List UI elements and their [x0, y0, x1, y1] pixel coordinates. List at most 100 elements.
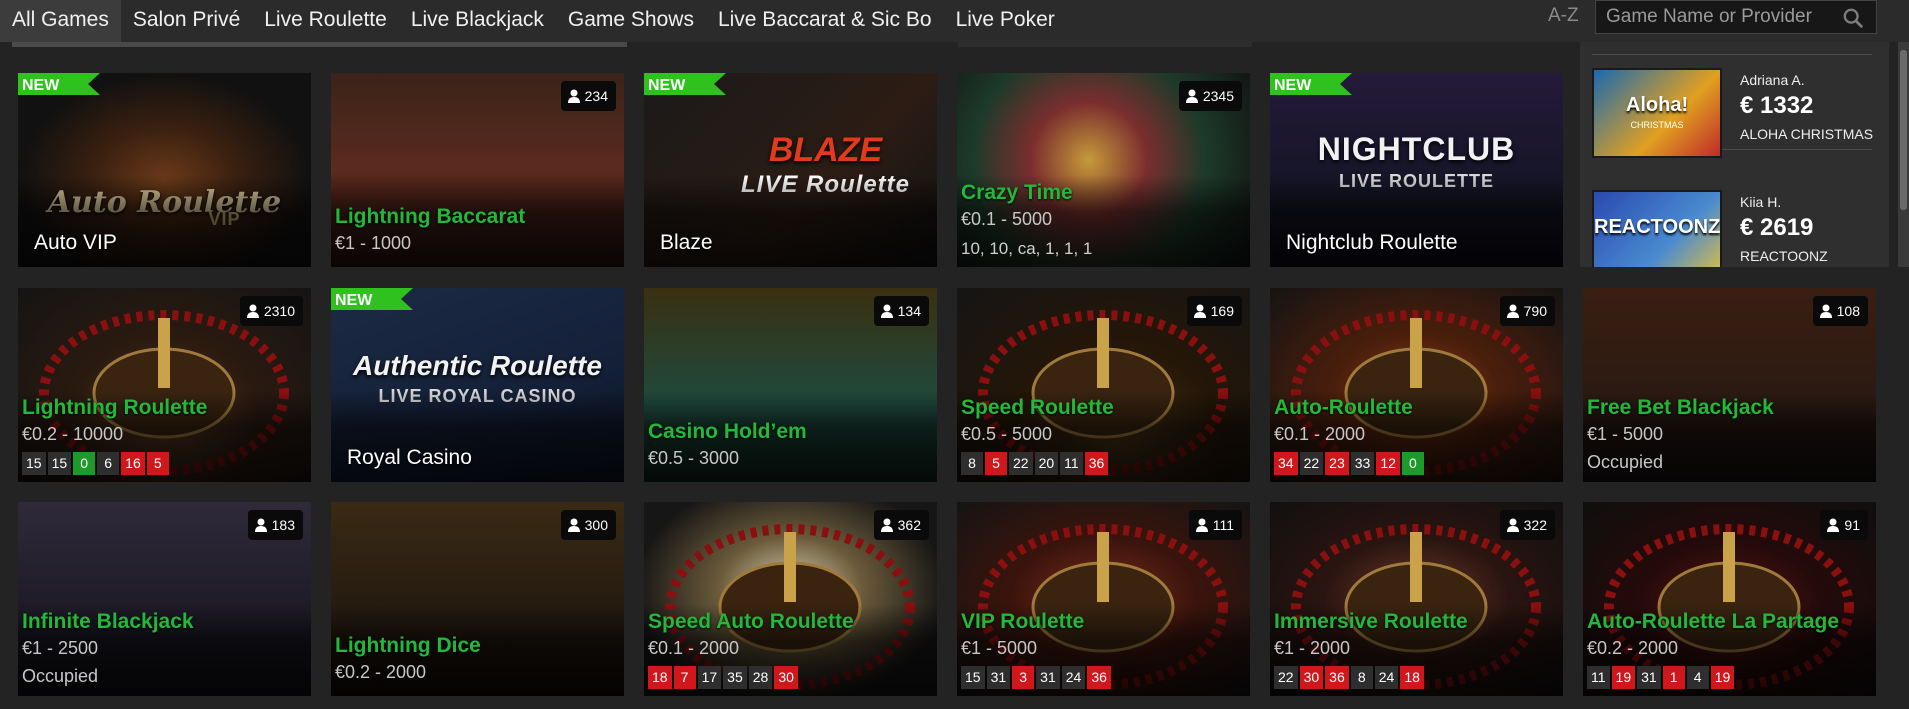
- winner-name: Adriana A.: [1740, 72, 1805, 88]
- player-count-badge: 362: [873, 510, 929, 540]
- result-number: 16: [121, 452, 145, 475]
- user-icon: [1819, 304, 1832, 318]
- new-ribbon: NEW: [331, 288, 413, 310]
- winner-game-thumbnail[interactable]: Aloha! CHRISTMAS: [1592, 68, 1722, 158]
- game-tile-speed-auto-roulette[interactable]: Speed Auto Roulette €0.1 - 2000 18 7 17 35 28 3…: [644, 502, 937, 696]
- bet-limit: €1 - 2500: [22, 638, 99, 658]
- game-tile-immersive-roulette[interactable]: Immersive Roulette €1 - 2000 22 30 36 8 24 18 32…: [1270, 502, 1563, 696]
- bet-limit: €0.1 - 2000: [648, 638, 740, 658]
- scroll-shadow: [12, 42, 627, 47]
- tab-live-roulette[interactable]: Live Roulette: [252, 0, 399, 42]
- bet-limit: €1 - 1000: [335, 233, 412, 253]
- bet-limit: €1 - 2000: [1274, 638, 1351, 658]
- result-number: 36: [1084, 452, 1109, 475]
- player-count-badge: 134: [873, 296, 929, 326]
- game-tile-lightning-dice[interactable]: Lightning Dice €0.2 - 2000 300: [331, 502, 624, 696]
- tab-all-games[interactable]: All Games: [0, 0, 121, 42]
- new-label: NEW: [1274, 77, 1312, 94]
- user-icon: [1193, 304, 1206, 318]
- result-number: 18: [648, 666, 672, 689]
- tab-salon-priv-[interactable]: Salon Privé: [121, 0, 252, 42]
- result-number: 5: [146, 452, 169, 475]
- panel-scrollbar[interactable]: [1898, 42, 1909, 267]
- game-tile-lightning-roulette[interactable]: Lightning Roulette €0.2 - 10000 15 15 0 6 16 5 2…: [18, 288, 311, 482]
- player-count: 362: [897, 517, 921, 533]
- user-icon: [1195, 518, 1208, 532]
- game-tile-auto-vip[interactable]: Auto RouletteVIPAuto VIPNEW: [18, 73, 311, 267]
- game-tile-casino-hold-em[interactable]: Casino Hold’em €0.5 - 3000 134: [644, 288, 937, 482]
- winner-game-name: REACTOONZ: [1740, 248, 1828, 264]
- game-tile-nightclub-roulette[interactable]: NIGHTCLUBLIVE ROULETTENightclub Roulette…: [1270, 73, 1563, 267]
- result-number: 35: [723, 666, 747, 689]
- result-number: 17: [697, 666, 722, 689]
- result-number: 15: [47, 452, 72, 475]
- user-icon: [567, 89, 580, 103]
- result-number: 15: [22, 452, 46, 475]
- player-count: 183: [271, 517, 295, 533]
- player-count: 790: [1523, 303, 1547, 319]
- top-navigation: All Games Salon Privé Live Roulette Live Bl…: [0, 0, 1909, 42]
- player-count-badge: 790: [1499, 296, 1555, 326]
- game-tile-free-bet-blackjack[interactable]: Free Bet Blackjack €1 - 5000 Occupied 108: [1583, 288, 1876, 482]
- game-title: Auto VIP: [34, 231, 117, 254]
- result-number: 8: [961, 452, 983, 475]
- result-number: 28: [748, 666, 773, 689]
- result-number: 31: [1036, 666, 1060, 689]
- result-number: 31: [1637, 666, 1661, 689]
- result-number: 20: [1034, 452, 1059, 475]
- scrollbar-thumb[interactable]: [1900, 50, 1907, 210]
- sort-az-button[interactable]: A-Z: [1548, 0, 1579, 32]
- user-icon: [1506, 304, 1519, 318]
- result-number: 11: [1060, 452, 1083, 475]
- scroll-shadow: [958, 42, 1252, 47]
- game-tile-lightning-baccarat[interactable]: Lightning Baccarat €1 - 1000 234: [331, 73, 624, 267]
- search-input[interactable]: [1606, 1, 1836, 33]
- tab-live-poker[interactable]: Live Poker: [944, 0, 1067, 42]
- result-number: 22: [1299, 452, 1324, 475]
- bet-limit: €0.1 - 2000: [1274, 424, 1366, 444]
- casino-lobby: All Games Salon Privé Live Roulette Live Bl…: [0, 0, 1909, 709]
- game-logo-text: Authentic Roulette: [353, 350, 602, 381]
- game-title: Infinite Blackjack: [22, 610, 194, 633]
- tab-live-baccarat-sic-bo[interactable]: Live Baccarat & Sic Bo: [706, 0, 944, 42]
- game-title: Lightning Roulette: [22, 396, 208, 419]
- bet-limit: €1 - 5000: [961, 638, 1038, 658]
- player-count: 2310: [263, 303, 295, 319]
- tab-game-shows[interactable]: Game Shows: [556, 0, 706, 42]
- game-title: VIP Roulette: [961, 610, 1085, 633]
- game-tile-vip-roulette[interactable]: VIP Roulette €1 - 5000 15 31 3 31 24 36 111: [957, 502, 1250, 696]
- game-title: Speed Roulette: [961, 396, 1114, 419]
- game-tile-auto-roulette[interactable]: Auto-Roulette €0.1 - 2000 34 22 23 33 12 0 790: [1270, 288, 1563, 482]
- game-tile-crazy-time[interactable]: Crazy Time €0.1 - 5000 10, 10, ca, 1, 1, 1…: [957, 73, 1250, 267]
- search-icon[interactable]: [1842, 7, 1864, 29]
- result-number: 7: [673, 666, 696, 689]
- winner-entry[interactable]: REACTOONZ Kiia H. € 2619 REACTOONZ: [1592, 190, 1882, 267]
- bet-limit: €0.2 - 2000: [335, 662, 427, 682]
- game-title: Crazy Time: [961, 181, 1073, 204]
- winner-game-thumbnail[interactable]: REACTOONZ: [1592, 190, 1722, 267]
- bet-limit: €0.5 - 5000: [961, 424, 1053, 444]
- player-count-badge: 91: [1820, 510, 1868, 540]
- new-ribbon: NEW: [1270, 73, 1352, 95]
- player-count-badge: 111: [1188, 510, 1242, 540]
- game-tile-royal-casino[interactable]: Authentic RouletteLIVE ROYAL CASINORoyal…: [331, 288, 624, 482]
- user-icon: [880, 304, 893, 318]
- result-number: 6: [97, 452, 120, 475]
- tab-live-blackjack[interactable]: Live Blackjack: [399, 0, 556, 42]
- game-tile-auto-roulette-la-partage[interactable]: Auto-Roulette La Partage €0.2 - 2000 11 19 3…: [1583, 502, 1876, 696]
- game-tile-infinite-blackjack[interactable]: Infinite Blackjack €1 - 2500 Occupied 183: [18, 502, 311, 696]
- game-tile-speed-roulette[interactable]: Speed Roulette €0.5 - 5000 8 5 22 20 11 36 169: [957, 288, 1250, 482]
- result-number: 24: [1374, 666, 1399, 689]
- result-number: 19: [1710, 666, 1735, 689]
- result-number: 22: [1274, 666, 1298, 689]
- game-tile-blaze[interactable]: BLAZELIVE RouletteBlazeNEW: [644, 73, 937, 267]
- result-number: 8: [1350, 666, 1373, 689]
- winner-entry[interactable]: Aloha! CHRISTMAS Adriana A. € 1332 ALOHA CHR…: [1592, 68, 1882, 163]
- result-number: 15: [961, 666, 985, 689]
- result-number: 36: [1087, 666, 1111, 689]
- result-number: 5: [985, 452, 1007, 475]
- result-number: 30: [774, 666, 798, 689]
- thumbnail-title: Aloha!: [1625, 94, 1689, 116]
- bet-limit: €0.2 - 10000: [22, 424, 124, 444]
- game-title: Immersive Roulette: [1274, 610, 1468, 633]
